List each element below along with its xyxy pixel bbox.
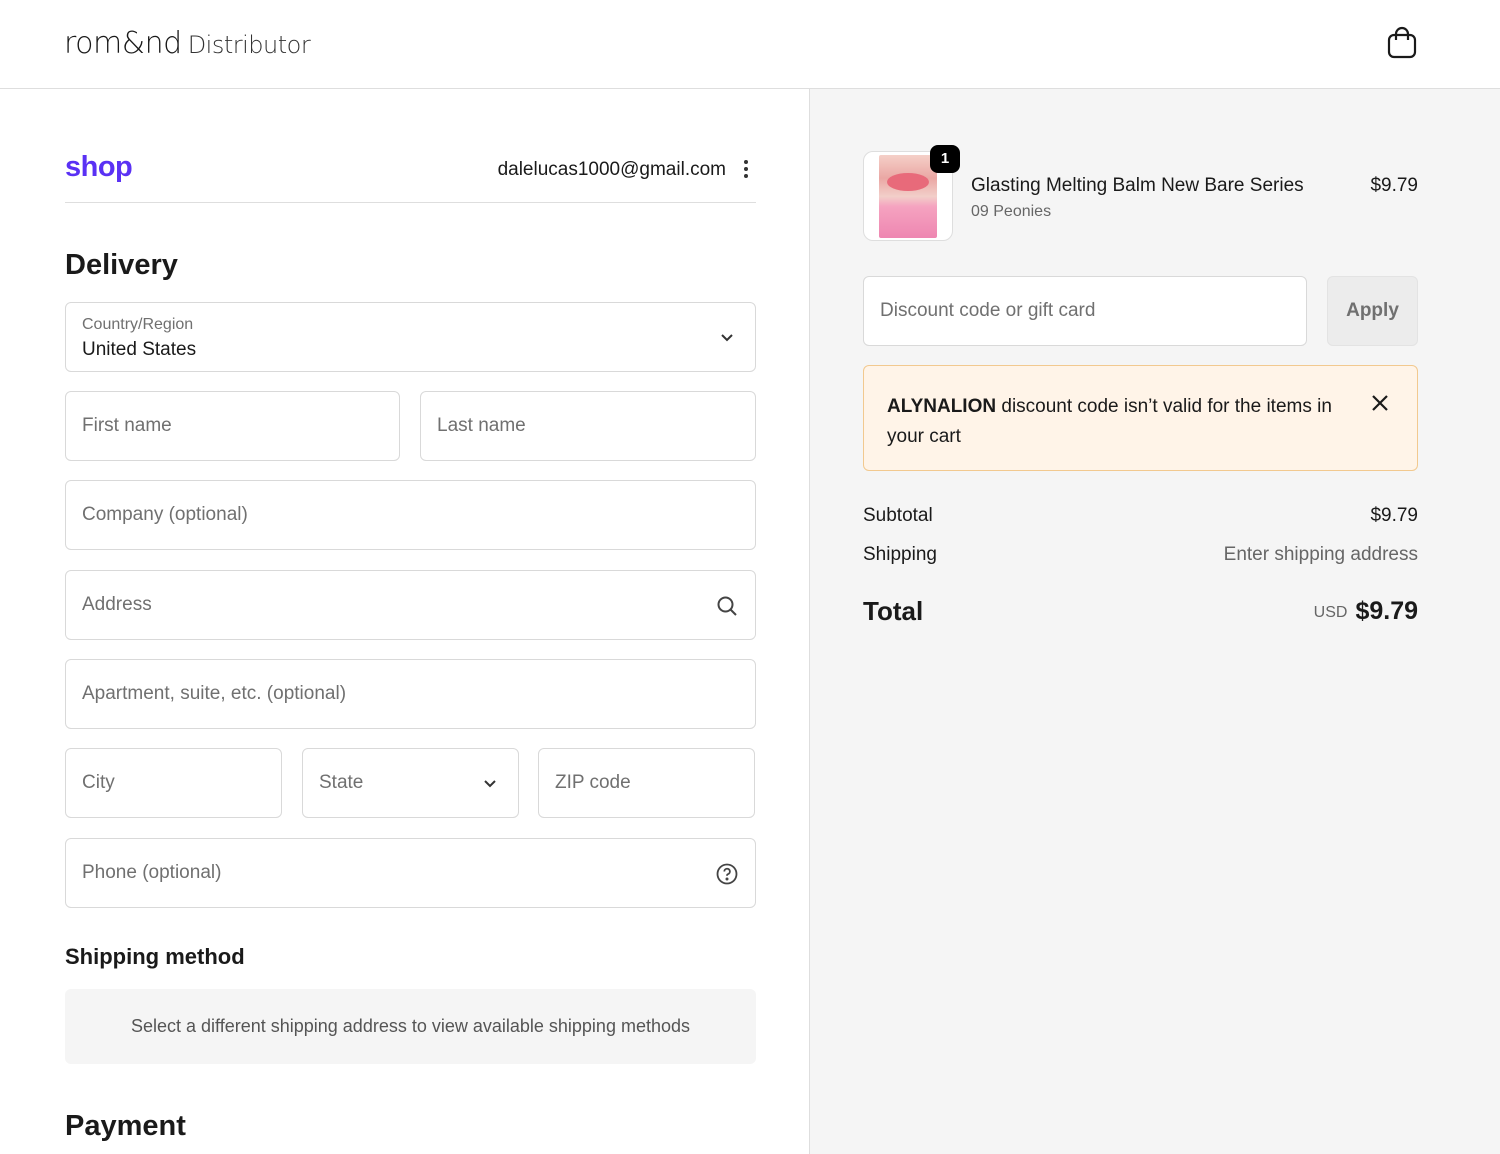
product-price: $9.79 xyxy=(1370,175,1418,196)
chevron-down-icon xyxy=(484,780,496,788)
alert-message: ALYNALION discount code isn’t valid for … xyxy=(887,392,1347,452)
subtotal-value: $9.79 xyxy=(1370,505,1418,526)
company-field[interactable] xyxy=(65,480,756,550)
shipping-label: Shipping xyxy=(863,544,937,565)
phone-field[interactable] xyxy=(65,838,756,908)
brand-sub: Distributor xyxy=(187,31,311,59)
city-input[interactable] xyxy=(66,749,281,817)
first-name-field[interactable] xyxy=(65,391,400,461)
country-select[interactable]: Country/Region United States xyxy=(65,302,756,372)
subtotal-label: Subtotal xyxy=(863,505,933,526)
discount-error-alert: ALYNALION discount code isn’t valid for … xyxy=(863,365,1418,471)
help-circle-icon[interactable] xyxy=(715,862,739,886)
store-logo[interactable]: rom&nd Distributor xyxy=(64,26,311,61)
first-name-input[interactable] xyxy=(66,392,399,460)
apply-discount-button[interactable]: Apply xyxy=(1327,276,1418,346)
total-label: Total xyxy=(863,596,924,626)
discount-code: ALYNALION xyxy=(887,396,997,417)
last-name-input[interactable] xyxy=(421,392,755,460)
product-variant: 09 Peonies xyxy=(971,203,1052,220)
checkout-form-panel: shop dalelucas1000@gmail.com Delivery Co… xyxy=(0,89,810,1154)
zip-input[interactable] xyxy=(539,749,754,817)
shop-pay-logo: shop xyxy=(65,151,133,183)
account-email: dalelucas1000@gmail.com xyxy=(497,159,726,180)
payment-heading: Payment xyxy=(65,1110,186,1142)
order-summary-panel: 1 Glasting Melting Balm New Bare Series … xyxy=(810,89,1500,1154)
total-currency: USD xyxy=(1313,604,1348,621)
state-select[interactable]: State xyxy=(302,748,519,818)
address-input[interactable] xyxy=(66,571,755,639)
phone-input[interactable] xyxy=(66,839,755,907)
apartment-input[interactable] xyxy=(66,660,755,728)
state-placeholder: State xyxy=(319,772,364,793)
close-icon[interactable] xyxy=(1369,392,1391,414)
shipping-method-notice: Select a different shipping address to v… xyxy=(65,989,756,1064)
shipping-value: Enter shipping address xyxy=(1223,544,1418,565)
city-field[interactable] xyxy=(65,748,282,818)
company-input[interactable] xyxy=(66,481,755,549)
total-value: $9.79 xyxy=(1355,597,1418,625)
brand-name: rom&nd xyxy=(64,26,182,61)
shipping-method-heading: Shipping method xyxy=(65,944,245,969)
shopping-bag-icon[interactable] xyxy=(1386,26,1418,60)
zip-field[interactable] xyxy=(538,748,755,818)
discount-field[interactable] xyxy=(863,276,1307,346)
product-image xyxy=(879,155,937,238)
quantity-badge: 1 xyxy=(930,145,960,173)
kebab-menu-icon[interactable] xyxy=(740,157,752,181)
product-name: Glasting Melting Balm New Bare Series xyxy=(971,175,1304,196)
delivery-heading: Delivery xyxy=(65,249,178,281)
last-name-field[interactable] xyxy=(420,391,756,461)
apartment-field[interactable] xyxy=(65,659,756,729)
chevron-down-icon xyxy=(721,334,733,342)
total-amount: USD $9.79 xyxy=(1314,597,1418,626)
search-icon xyxy=(717,596,737,616)
country-label: Country/Region xyxy=(82,316,194,333)
country-value: United States xyxy=(82,339,197,360)
shipping-method-message: Select a different shipping address to v… xyxy=(130,1016,690,1036)
top-header: rom&nd Distributor xyxy=(0,0,1500,89)
shop-pay-account-row: shop dalelucas1000@gmail.com xyxy=(65,151,756,203)
address-field[interactable] xyxy=(65,570,756,640)
discount-input[interactable] xyxy=(864,277,1306,345)
